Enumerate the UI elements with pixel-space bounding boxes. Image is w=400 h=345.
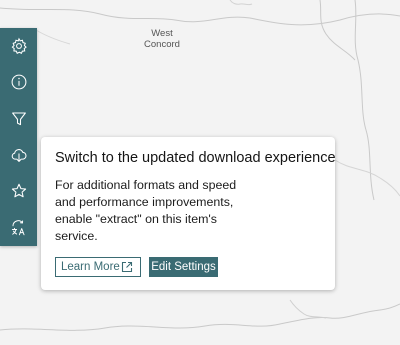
filter-tool-button[interactable] — [0, 101, 37, 137]
popup-message-line: For additional formats and speed — [55, 178, 237, 192]
popup-message-line: and performance improvements, — [55, 195, 234, 209]
edit-settings-label: Edit Settings — [151, 261, 216, 273]
learn-more-button[interactable]: Learn More — [55, 257, 141, 277]
map-place-label: West Concord — [142, 28, 182, 50]
favorite-tool-button[interactable] — [0, 173, 37, 209]
popup-message: For additional formats and speed and per… — [55, 177, 325, 245]
cloud-download-icon — [11, 149, 26, 162]
download-tool-button[interactable] — [0, 137, 37, 173]
map-place-label-line: West — [151, 28, 173, 39]
translate-icon — [11, 219, 25, 235]
map-place-label-line: Concord — [144, 39, 180, 50]
popup-message-line: enable "extract" on this item's — [55, 212, 217, 226]
gear-icon — [11, 37, 27, 55]
learn-more-label: Learn More — [61, 261, 120, 273]
info-tool-button[interactable] — [0, 64, 37, 100]
download-experience-popup: Switch to the updated download experienc… — [41, 137, 336, 290]
edit-settings-button[interactable]: Edit Settings — [149, 257, 218, 277]
filter-icon — [11, 112, 26, 125]
side-toolbar — [0, 28, 37, 246]
translate-tool-button[interactable] — [0, 209, 37, 245]
popup-message-line: service. — [55, 229, 98, 243]
settings-tool-button[interactable] — [0, 28, 37, 64]
external-link-icon — [121, 261, 133, 273]
info-icon — [11, 75, 26, 90]
popup-title: Switch to the updated download experienc… — [55, 150, 336, 166]
star-icon — [11, 184, 26, 198]
